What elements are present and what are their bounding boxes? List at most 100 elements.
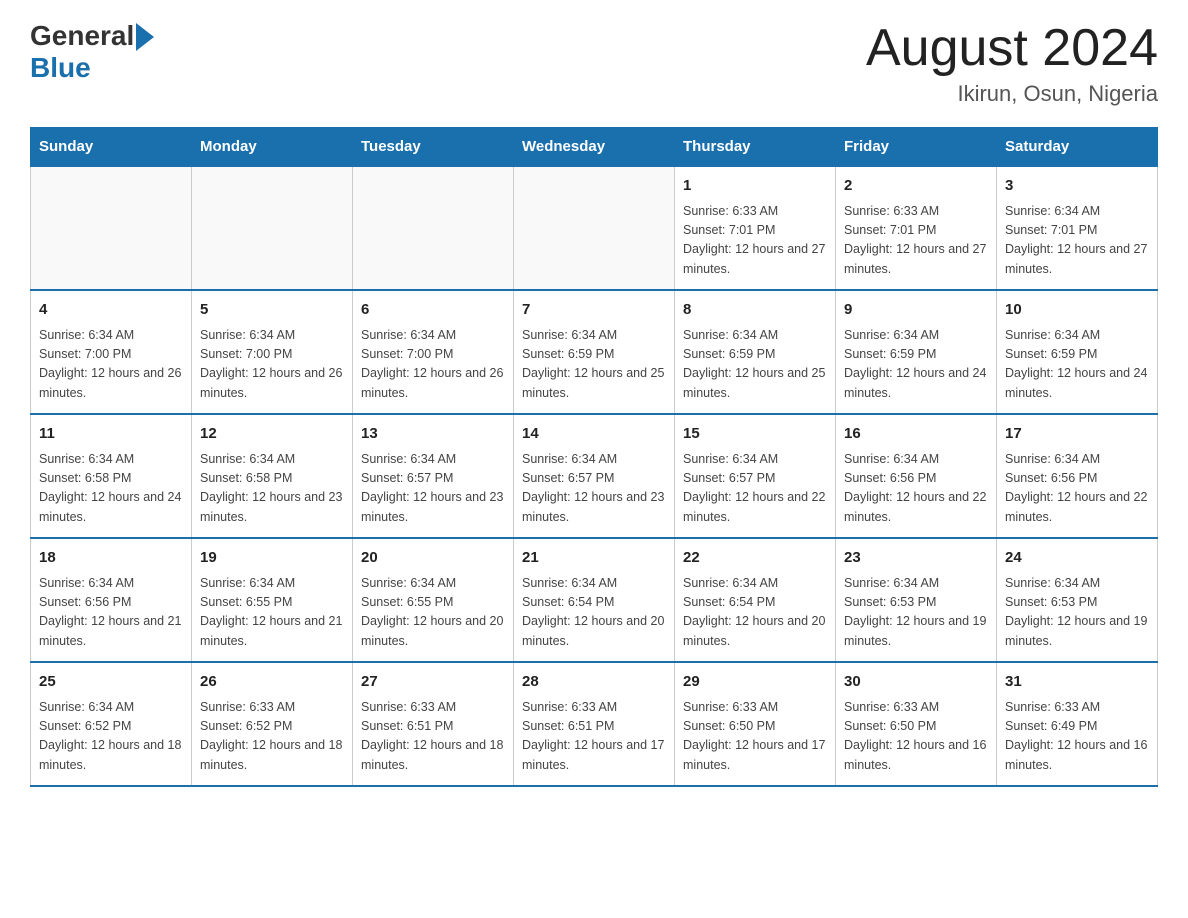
day-number: 19 — [200, 547, 344, 570]
calendar-table: Sunday Monday Tuesday Wednesday Thursday… — [30, 127, 1158, 787]
calendar-cell-w4-d6: 24 Sunrise: 6:34 AMSunset: 6:53 PMDayligh… — [997, 538, 1158, 662]
day-info: Sunrise: 6:34 AMSunset: 6:53 PMDaylight:… — [1005, 574, 1149, 652]
day-number: 4 — [39, 299, 183, 322]
day-info: Sunrise: 6:33 AMSunset: 6:52 PMDaylight:… — [200, 698, 344, 776]
header-sunday: Sunday — [31, 128, 192, 167]
day-number: 27 — [361, 671, 505, 694]
calendar-cell-w3-d5: 16 Sunrise: 6:34 AMSunset: 6:56 PMDayligh… — [836, 414, 997, 538]
day-info: Sunrise: 6:33 AMSunset: 6:50 PMDaylight:… — [683, 698, 827, 776]
day-info: Sunrise: 6:34 AMSunset: 6:56 PMDaylight:… — [1005, 450, 1149, 528]
day-info: Sunrise: 6:34 AMSunset: 6:55 PMDaylight:… — [361, 574, 505, 652]
calendar-cell-w1-d3 — [514, 166, 675, 290]
calendar-header-row: Sunday Monday Tuesday Wednesday Thursday… — [31, 128, 1158, 167]
calendar-cell-w5-d5: 30 Sunrise: 6:33 AMSunset: 6:50 PMDayligh… — [836, 662, 997, 786]
day-info: Sunrise: 6:34 AMSunset: 6:57 PMDaylight:… — [522, 450, 666, 528]
day-number: 13 — [361, 423, 505, 446]
calendar-cell-w3-d2: 13 Sunrise: 6:34 AMSunset: 6:57 PMDayligh… — [353, 414, 514, 538]
day-number: 21 — [522, 547, 666, 570]
title-block: August 2024 Ikirun, Osun, Nigeria — [866, 20, 1158, 107]
day-info: Sunrise: 6:34 AMSunset: 7:00 PMDaylight:… — [39, 326, 183, 404]
day-number: 3 — [1005, 175, 1149, 198]
logo-general-text: General — [30, 20, 134, 52]
day-number: 11 — [39, 423, 183, 446]
day-info: Sunrise: 6:34 AMSunset: 6:59 PMDaylight:… — [844, 326, 988, 404]
day-number: 15 — [683, 423, 827, 446]
day-number: 16 — [844, 423, 988, 446]
logo: General Blue — [30, 20, 156, 84]
day-info: Sunrise: 6:34 AMSunset: 6:59 PMDaylight:… — [683, 326, 827, 404]
calendar-cell-w4-d0: 18Sunrise: 6:34 AMSunset: 6:56 PMDayligh… — [31, 538, 192, 662]
day-number: 5 — [200, 299, 344, 322]
page-header: General Blue August 2024 Ikirun, Osun, N… — [30, 20, 1158, 107]
calendar-cell-w4-d3: 21 Sunrise: 6:34 AMSunset: 6:54 PMDayligh… — [514, 538, 675, 662]
day-info: Sunrise: 6:33 AMSunset: 7:01 PMDaylight:… — [683, 202, 827, 280]
day-info: Sunrise: 6:33 AMSunset: 6:51 PMDaylight:… — [522, 698, 666, 776]
calendar-cell-w2-d3: 7Sunrise: 6:34 AMSunset: 6:59 PMDaylight… — [514, 290, 675, 414]
day-number: 24 — [1005, 547, 1149, 570]
calendar-cell-w5-d6: 31Sunrise: 6:33 AMSunset: 6:49 PMDayligh… — [997, 662, 1158, 786]
day-number: 29 — [683, 671, 827, 694]
day-info: Sunrise: 6:34 AMSunset: 7:00 PMDaylight:… — [361, 326, 505, 404]
calendar-cell-w2-d5: 9 Sunrise: 6:34 AMSunset: 6:59 PMDaylight… — [836, 290, 997, 414]
day-number: 7 — [522, 299, 666, 322]
calendar-week-4: 18Sunrise: 6:34 AMSunset: 6:56 PMDayligh… — [31, 538, 1158, 662]
calendar-cell-w1-d5: 2 Sunrise: 6:33 AMSunset: 7:01 PMDaylight… — [836, 166, 997, 290]
calendar-subtitle: Ikirun, Osun, Nigeria — [866, 81, 1158, 107]
day-info: Sunrise: 6:33 AMSunset: 6:50 PMDaylight:… — [844, 698, 988, 776]
calendar-cell-w2-d4: 8 Sunrise: 6:34 AMSunset: 6:59 PMDaylight… — [675, 290, 836, 414]
day-number: 23 — [844, 547, 988, 570]
day-info: Sunrise: 6:34 AMSunset: 6:54 PMDaylight:… — [683, 574, 827, 652]
day-number: 10 — [1005, 299, 1149, 322]
day-info: Sunrise: 6:34 AMSunset: 6:59 PMDaylight:… — [1005, 326, 1149, 404]
calendar-cell-w4-d1: 19 Sunrise: 6:34 AMSunset: 6:55 PMDayligh… — [192, 538, 353, 662]
day-number: 1 — [683, 175, 827, 198]
day-number: 20 — [361, 547, 505, 570]
header-tuesday: Tuesday — [353, 128, 514, 167]
day-info: Sunrise: 6:34 AMSunset: 6:57 PMDaylight:… — [361, 450, 505, 528]
day-info: Sunrise: 6:34 AMSunset: 6:58 PMDaylight:… — [39, 450, 183, 528]
calendar-cell-w5-d3: 28 Sunrise: 6:33 AMSunset: 6:51 PMDayligh… — [514, 662, 675, 786]
day-info: Sunrise: 6:34 AMSunset: 6:56 PMDaylight:… — [844, 450, 988, 528]
day-number: 30 — [844, 671, 988, 694]
calendar-cell-w1-d0 — [31, 166, 192, 290]
day-number: 18 — [39, 547, 183, 570]
day-info: Sunrise: 6:33 AMSunset: 7:01 PMDaylight:… — [844, 202, 988, 280]
day-number: 8 — [683, 299, 827, 322]
day-number: 28 — [522, 671, 666, 694]
day-info: Sunrise: 6:34 AMSunset: 7:01 PMDaylight:… — [1005, 202, 1149, 280]
calendar-cell-w2-d0: 4 Sunrise: 6:34 AMSunset: 7:00 PMDaylight… — [31, 290, 192, 414]
calendar-cell-w5-d2: 27Sunrise: 6:33 AMSunset: 6:51 PMDayligh… — [353, 662, 514, 786]
calendar-cell-w1-d1 — [192, 166, 353, 290]
calendar-cell-w2-d6: 10 Sunrise: 6:34 AMSunset: 6:59 PMDayligh… — [997, 290, 1158, 414]
calendar-title: August 2024 — [866, 20, 1158, 77]
day-number: 26 — [200, 671, 344, 694]
header-wednesday: Wednesday — [514, 128, 675, 167]
logo-blue-text: Blue — [30, 52, 91, 84]
calendar-week-2: 4 Sunrise: 6:34 AMSunset: 7:00 PMDaylight… — [31, 290, 1158, 414]
day-info: Sunrise: 6:34 AMSunset: 6:53 PMDaylight:… — [844, 574, 988, 652]
day-info: Sunrise: 6:34 AMSunset: 6:57 PMDaylight:… — [683, 450, 827, 528]
calendar-cell-w4-d5: 23 Sunrise: 6:34 AMSunset: 6:53 PMDayligh… — [836, 538, 997, 662]
day-number: 9 — [844, 299, 988, 322]
calendar-cell-w2-d2: 6 Sunrise: 6:34 AMSunset: 7:00 PMDaylight… — [353, 290, 514, 414]
day-number: 6 — [361, 299, 505, 322]
day-number: 2 — [844, 175, 988, 198]
calendar-week-3: 11 Sunrise: 6:34 AMSunset: 6:58 PMDayligh… — [31, 414, 1158, 538]
day-number: 17 — [1005, 423, 1149, 446]
calendar-cell-w4-d4: 22 Sunrise: 6:34 AMSunset: 6:54 PMDayligh… — [675, 538, 836, 662]
day-info: Sunrise: 6:34 AMSunset: 6:58 PMDaylight:… — [200, 450, 344, 528]
calendar-cell-w3-d6: 17 Sunrise: 6:34 AMSunset: 6:56 PMDayligh… — [997, 414, 1158, 538]
calendar-cell-w5-d0: 25Sunrise: 6:34 AMSunset: 6:52 PMDayligh… — [31, 662, 192, 786]
header-friday: Friday — [836, 128, 997, 167]
day-info: Sunrise: 6:34 AMSunset: 6:55 PMDaylight:… — [200, 574, 344, 652]
day-number: 25 — [39, 671, 183, 694]
calendar-cell-w3-d3: 14Sunrise: 6:34 AMSunset: 6:57 PMDayligh… — [514, 414, 675, 538]
calendar-cell-w3-d1: 12Sunrise: 6:34 AMSunset: 6:58 PMDayligh… — [192, 414, 353, 538]
day-info: Sunrise: 6:34 AMSunset: 6:54 PMDaylight:… — [522, 574, 666, 652]
calendar-cell-w5-d1: 26 Sunrise: 6:33 AMSunset: 6:52 PMDayligh… — [192, 662, 353, 786]
calendar-week-1: 1 Sunrise: 6:33 AMSunset: 7:01 PMDaylight… — [31, 166, 1158, 290]
header-thursday: Thursday — [675, 128, 836, 167]
calendar-week-5: 25Sunrise: 6:34 AMSunset: 6:52 PMDayligh… — [31, 662, 1158, 786]
calendar-cell-w3-d0: 11 Sunrise: 6:34 AMSunset: 6:58 PMDayligh… — [31, 414, 192, 538]
day-number: 22 — [683, 547, 827, 570]
